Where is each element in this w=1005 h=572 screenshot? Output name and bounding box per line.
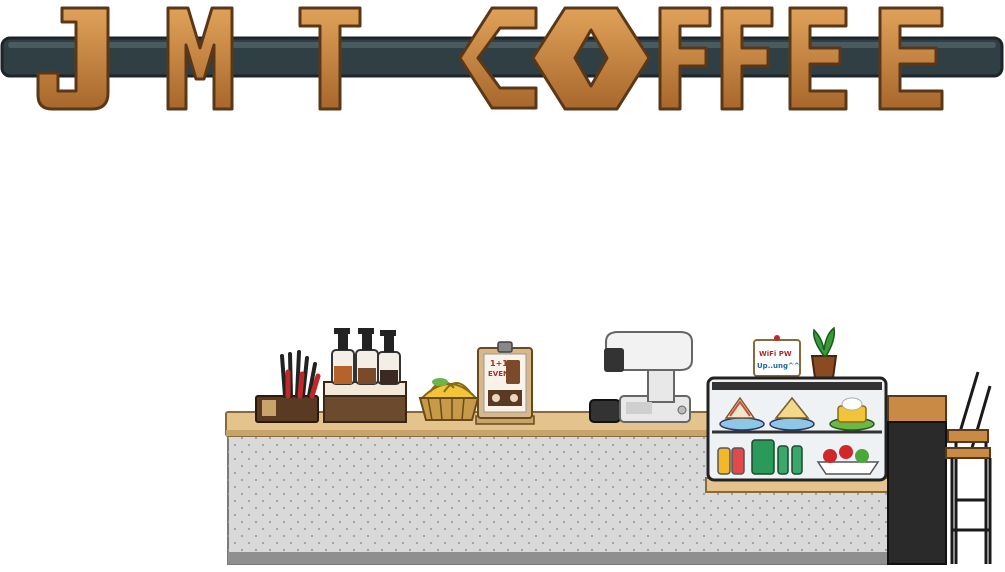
sign-letter-m [166, 6, 234, 111]
cash-register [589, 331, 693, 423]
bar-stools [945, 371, 992, 564]
wifi-line1: WiFi PW [759, 350, 792, 358]
store-sign: J M T COFFEE [0, 6, 1004, 111]
bottle-3 [377, 330, 401, 385]
banana-basket [418, 378, 480, 421]
sign-letter-e1 [788, 6, 848, 111]
sign-letter-f2 [720, 6, 774, 111]
bottle-1 [331, 328, 355, 385]
cafe-scene: J M T COFFEE [0, 6, 1004, 565]
sign-letter-f1 [658, 6, 712, 111]
sign-letter-e2 [878, 6, 944, 111]
bottle-2 [355, 328, 379, 385]
straw-holder [255, 350, 321, 423]
event-line1: 1+1 [490, 359, 508, 368]
potted-plant [810, 326, 838, 379]
bar-table [887, 395, 947, 565]
event-menu-board: 1+1 EVENT [475, 341, 535, 425]
wifi-note: WiFi PW Up..ung^^ [753, 335, 801, 377]
syrup-bottles [323, 328, 407, 423]
display-case [706, 376, 888, 482]
wifi-line2: Up..ung^^ [757, 362, 800, 370]
